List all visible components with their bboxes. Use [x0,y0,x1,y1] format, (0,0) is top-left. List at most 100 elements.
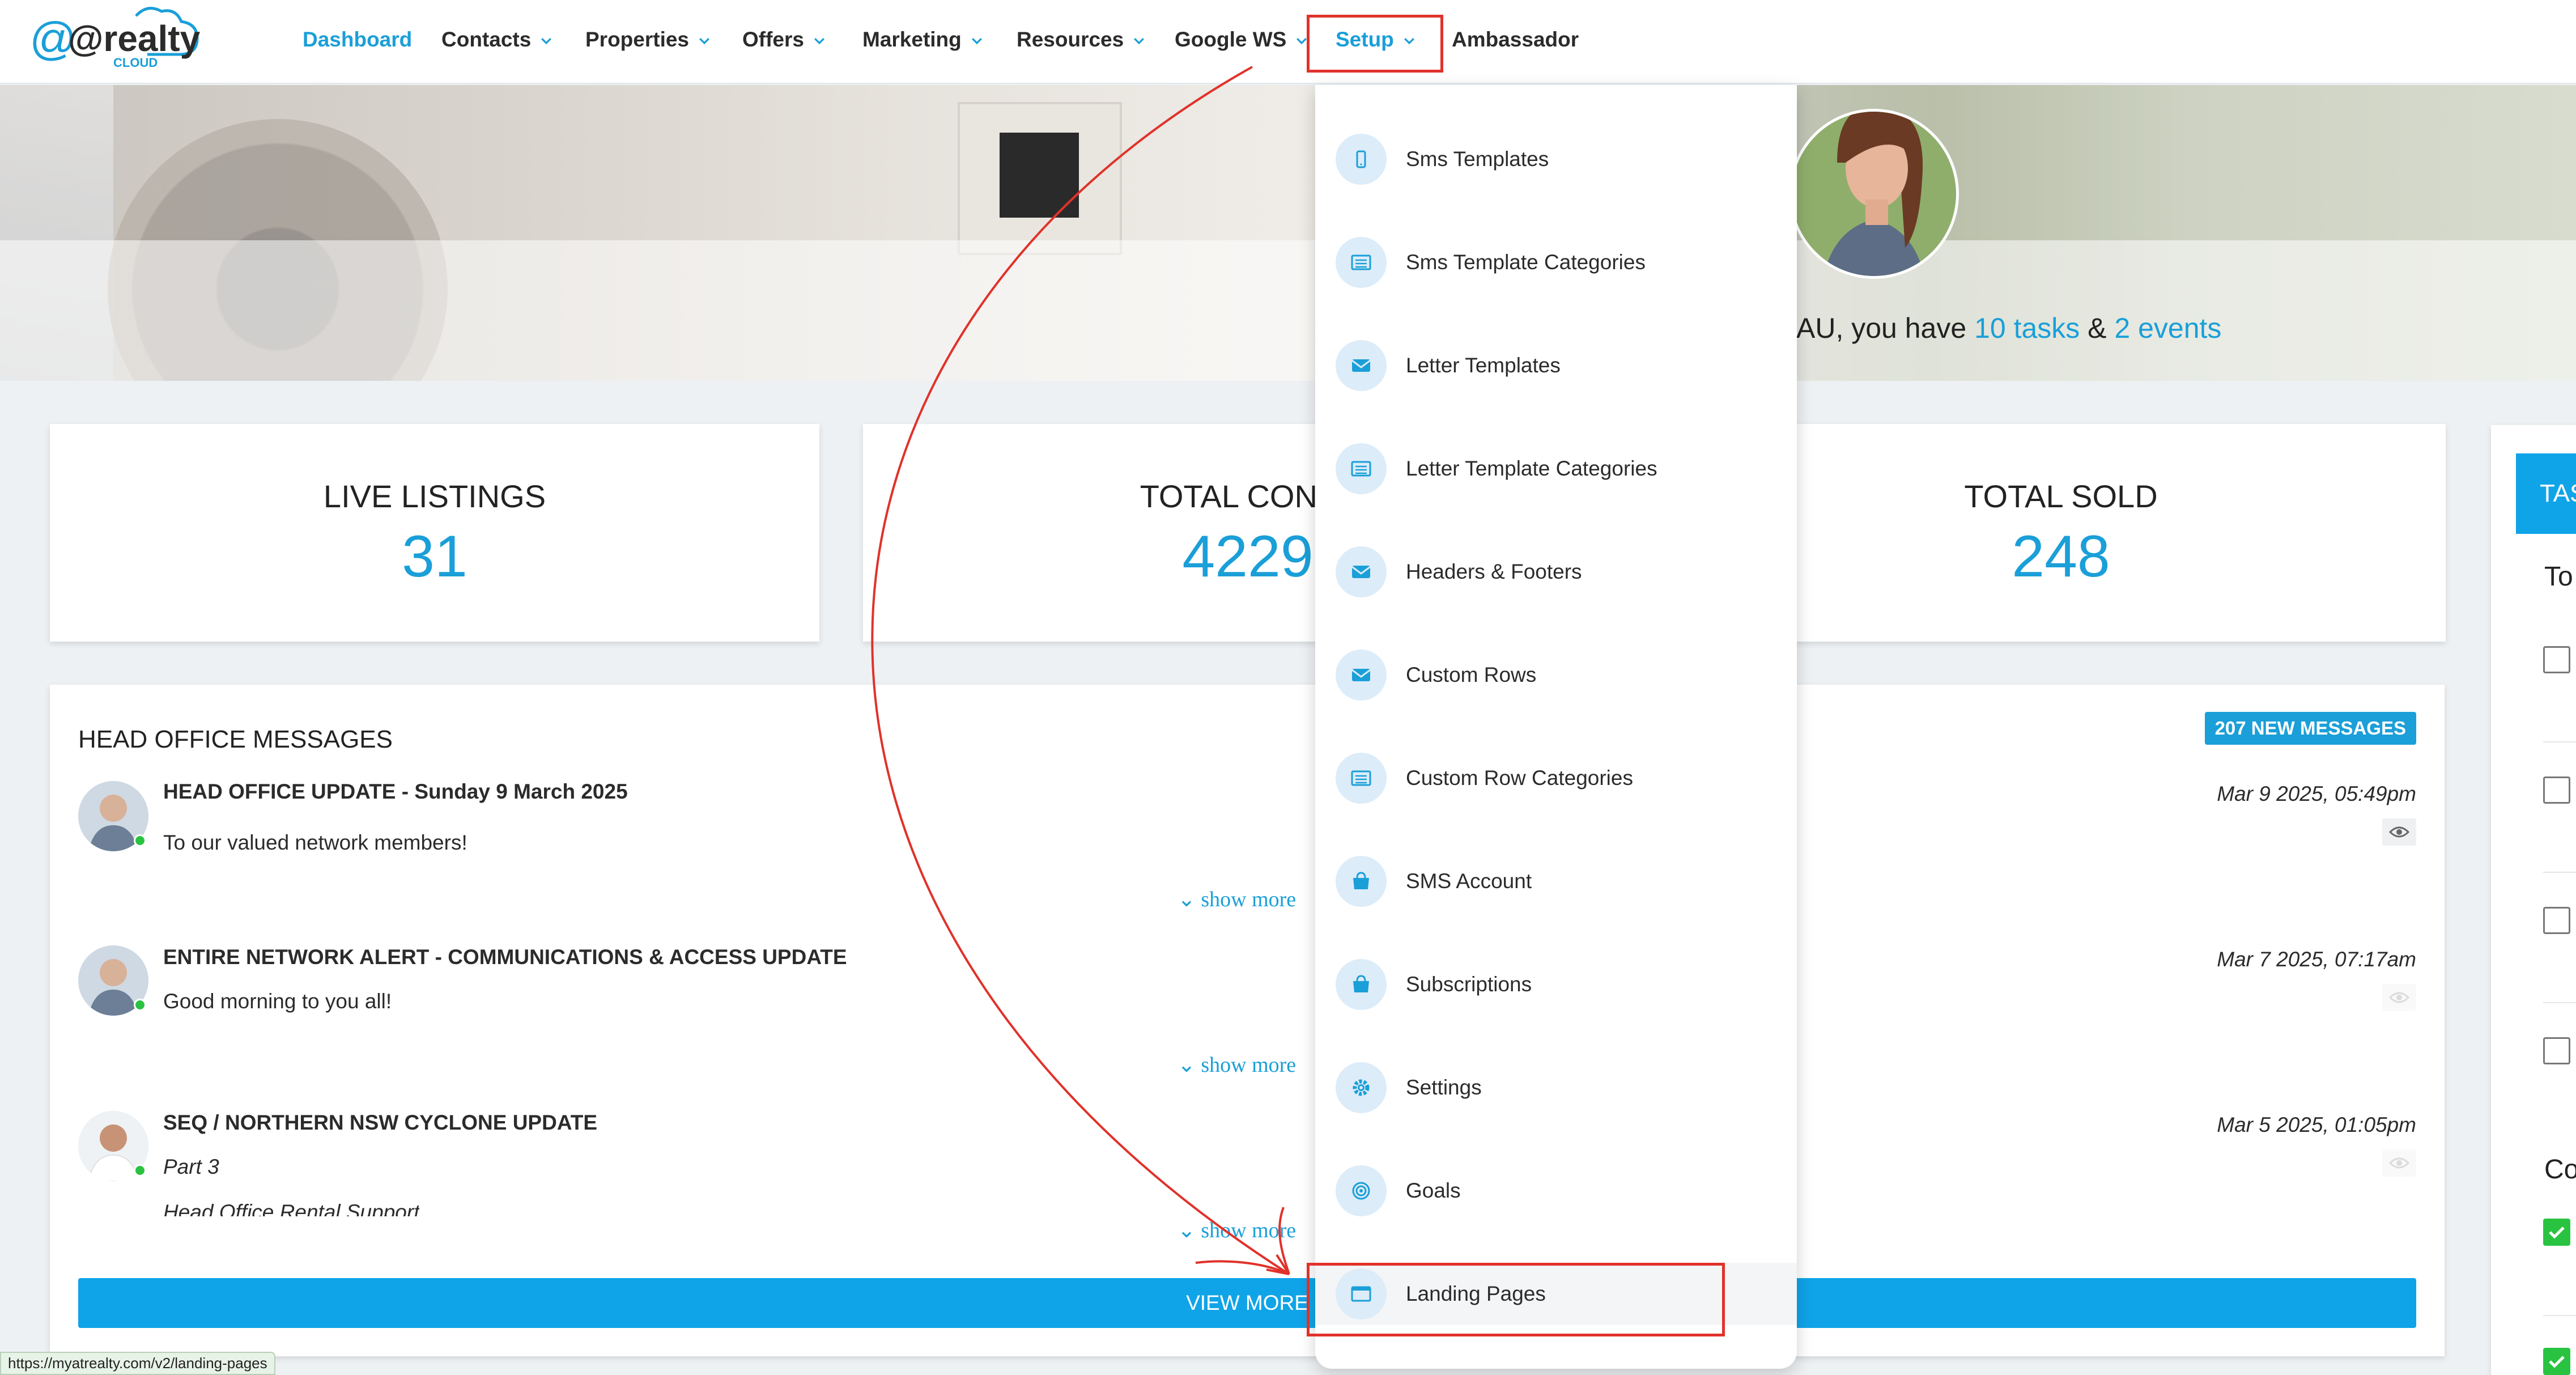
list-icon [1336,753,1387,804]
head-office-messages: HEAD OFFICE MESSAGES 207 NEW MESSAGES HE… [50,685,2445,1356]
show-more-link[interactable]: ⌄ show more [1178,1052,1296,1077]
divider [2543,1315,2576,1316]
eye-icon[interactable] [2382,1149,2416,1177]
message-date: Mar 7 2025, 07:17am [2217,948,2416,971]
setup-dropdown-menu: Sms Templates Sms Template Categories Le… [1315,85,1797,1369]
online-indicator [134,834,146,847]
message-body-cut: Head Office Rental Support [163,1200,420,1216]
menu-item-label: Settings [1406,1076,1482,1099]
menu-item-label: Letter Templates [1406,354,1561,377]
menu-item-label: Goals [1406,1179,1461,1202]
menu-item-custom-row-categories[interactable]: Custom Row Categories [1336,747,1797,809]
nav-google-ws-label: Google WS [1175,28,1287,51]
greeting-amp: & [2080,312,2115,344]
target-icon [1336,1165,1387,1216]
greeting-text: AU, you have [1796,312,1975,344]
hero-greeting: AU, you have 10 tasks & 2 events [1796,312,2221,345]
message-body: To our valued network members! [163,831,467,854]
online-indicator [134,999,146,1011]
nav-marketing-label: Marketing [862,28,962,51]
message-title[interactable]: HEAD OFFICE UPDATE - Sunday 9 March 2025 [163,780,628,804]
menu-item-settings[interactable]: Settings [1336,1056,1797,1119]
nav-marketing[interactable]: Marketing [862,24,984,56]
new-messages-badge[interactable]: 207 NEW MESSAGES [2204,712,2416,745]
task-checkbox[interactable] [2543,776,2570,804]
chevron-down-icon [1134,38,1145,45]
show-more-link[interactable]: ⌄ show more [1178,886,1296,912]
show-more-label: show more [1201,1219,1296,1242]
tasks-link[interactable]: 10 tasks [1974,312,2080,344]
nav-contacts[interactable]: Contacts [441,24,554,56]
nav-resources-label: Resources [1017,28,1124,51]
menu-item-label: Letter Template Categories [1406,457,1657,480]
menu-item-sms-account[interactable]: SMS Account [1336,850,1797,913]
nav-properties-label: Properties [585,28,690,51]
show-more-link[interactable]: ⌄ show more [1178,1217,1296,1243]
tasks-panel: TAS To Co [2491,425,2576,1375]
eye-icon[interactable] [2382,984,2416,1011]
stat-card-live-listings[interactable]: LIVE LISTINGS 31 [50,424,819,642]
chevron-down-icon [971,38,982,45]
chevron-down-icon [699,38,709,45]
chevron-down-icon: ⌄ [1178,1053,1201,1077]
user-avatar[interactable] [1786,89,1962,299]
message-title[interactable]: ENTIRE NETWORK ALERT - COMMUNICATIONS & … [163,945,847,969]
task-checkbox-checked[interactable] [2543,1219,2570,1246]
nav-google-ws[interactable]: Google WS [1175,24,1309,56]
message-title[interactable]: SEQ / NORTHERN NSW CYCLONE UPDATE [163,1111,597,1135]
hero-shade [0,240,2576,381]
nav-dashboard[interactable]: Dashboard [303,24,412,56]
nav-ambassador-label: Ambassador [1452,28,1579,51]
annotation-box-landing-pages [1307,1263,1725,1336]
nav-dashboard-label: Dashboard [303,28,413,51]
annotation-box-setup [1307,15,1443,73]
view-more-button[interactable]: VIEW MORE [78,1278,2416,1328]
menu-item-subscriptions[interactable]: Subscriptions [1336,953,1797,1016]
nav-properties[interactable]: Properties [585,24,712,56]
menu-item-label: Sms Templates [1406,147,1549,171]
chevron-down-icon: ⌄ [1178,888,1201,911]
eye-icon[interactable] [2382,818,2416,846]
list-icon [1336,237,1387,288]
nav-offers[interactable]: Offers [742,24,827,56]
menu-item-label: Sms Template Categories [1406,251,1646,274]
hero-frame-decor [958,102,1122,255]
check-icon [2549,1227,2565,1239]
show-more-label: show more [1201,1053,1296,1077]
nav-ambassador[interactable]: Ambassador [1452,24,1579,56]
chevron-down-icon [814,38,824,45]
shopping-bag-icon [1336,856,1387,907]
menu-item-letter-template-categories[interactable]: Letter Template Categories [1336,438,1797,500]
menu-item-letter-templates[interactable]: Letter Templates [1336,334,1797,397]
envelope-icon [1336,340,1387,391]
nav-resources[interactable]: Resources [1017,24,1146,56]
message-body: Good morning to you all! [163,990,392,1013]
stat-label: LIVE LISTINGS [323,478,546,514]
envelope-icon [1336,546,1387,597]
task-checkbox[interactable] [2543,646,2570,673]
menu-item-goals[interactable]: Goals [1336,1160,1797,1222]
events-link[interactable]: 2 events [2114,312,2221,344]
menu-item-label: Subscriptions [1406,973,1532,996]
menu-item-headers-footers[interactable]: Headers & Footers [1336,541,1797,603]
chevron-down-icon: ⌄ [1178,1219,1201,1242]
chevron-down-icon [541,38,552,45]
menu-item-sms-template-categories[interactable]: Sms Template Categories [1336,231,1797,294]
realty-cloud-logo[interactable]: @ @realty CLOUD [28,5,210,78]
tasks-tab[interactable]: TAS [2516,453,2576,534]
nav-contacts-label: Contacts [441,28,532,51]
menu-item-custom-rows[interactable]: Custom Rows [1336,644,1797,706]
task-checkbox-checked[interactable] [2543,1348,2570,1375]
message-body: Part 3 [163,1155,219,1178]
divider [2543,872,2576,873]
check-icon [2549,1356,2565,1368]
gear-icon [1336,1062,1387,1113]
logo-sub: CLOUD [113,56,158,70]
menu-item-label: Custom Row Categories [1406,766,1633,790]
todo-label: To [2544,562,2573,592]
envelope-icon [1336,650,1387,701]
task-checkbox[interactable] [2543,1037,2570,1064]
task-checkbox[interactable] [2543,907,2570,934]
menu-item-sms-templates[interactable]: Sms Templates [1336,128,1797,190]
message-date: Mar 9 2025, 05:49pm [2217,782,2416,805]
